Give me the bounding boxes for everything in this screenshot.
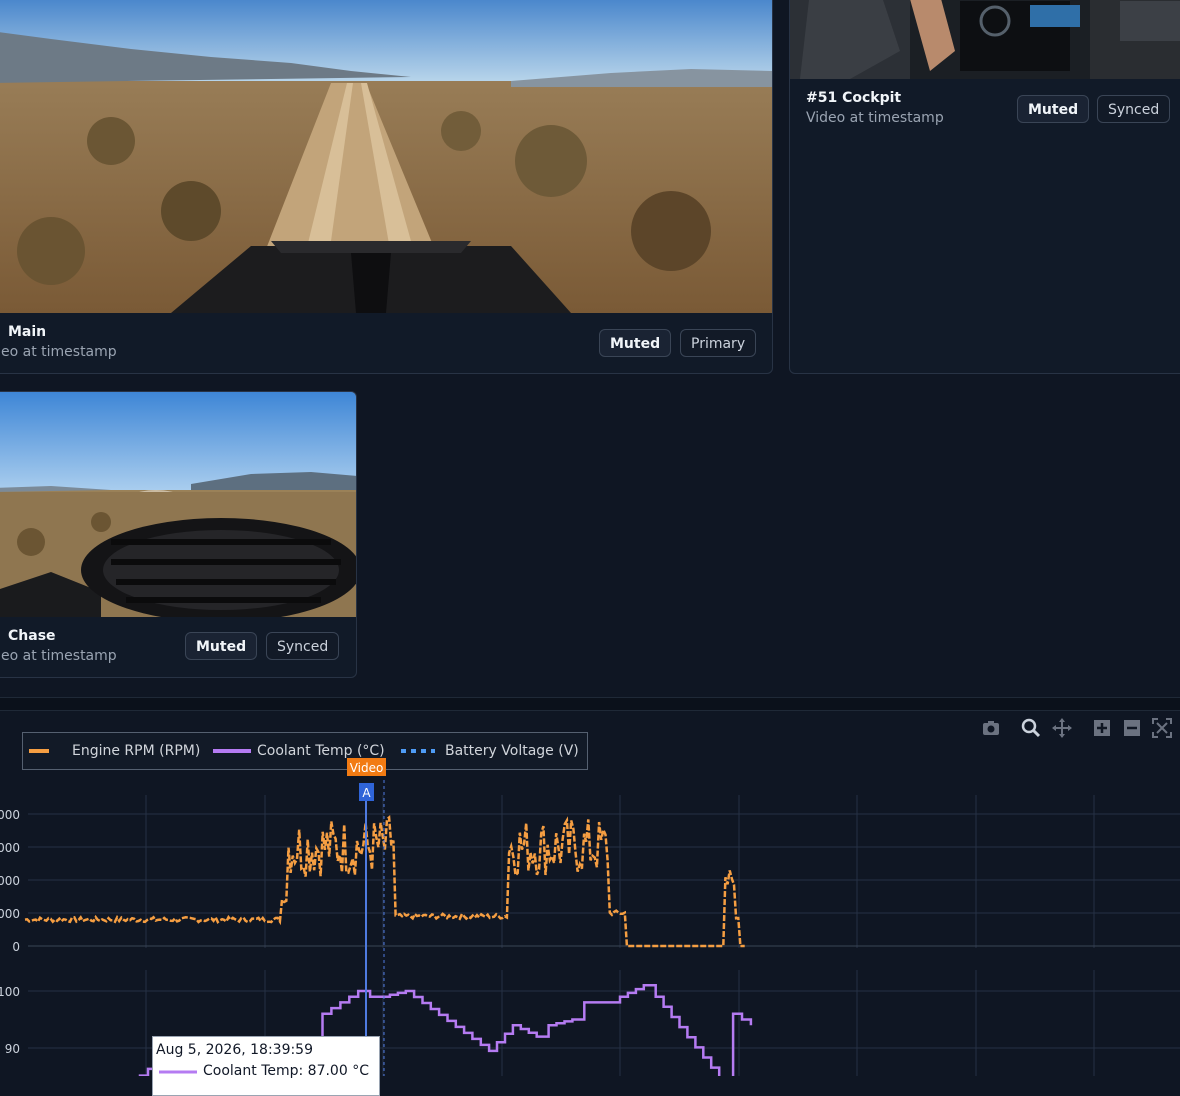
camera-title: #51 Cockpit [806, 90, 902, 106]
resize-divider[interactable] [0, 697, 1180, 711]
y-tick-label: 000 [0, 841, 20, 855]
y-tick-label: 000 [0, 874, 20, 888]
muted-badge[interactable]: Muted [185, 632, 258, 660]
muted-badge[interactable]: Muted [599, 329, 672, 357]
y-tick-label: 0 [12, 940, 20, 954]
camera-title: Chase [8, 628, 56, 644]
chase-video-frame[interactable] [0, 392, 357, 617]
cockpit-video-frame[interactable] [790, 0, 1180, 79]
main-video-frame[interactable] [0, 0, 773, 313]
camera-title: Main [8, 324, 47, 340]
video-marker-label: Video [350, 761, 384, 775]
camera-subtitle: eo at timestamp [1, 344, 117, 360]
tooltip-time: Aug 5, 2026, 18:39:59 [156, 1042, 314, 1058]
muted-badge[interactable]: Muted [1017, 95, 1090, 123]
primary-badge[interactable]: Primary [680, 329, 757, 357]
y-tick-label: 000 [0, 907, 20, 921]
hover-tooltip: Aug 5, 2026, 18:39:59 Coolant Temp: 87.0… [152, 1036, 380, 1096]
camera-tile-chase[interactable]: Chase eo at timestamp Muted Synced [0, 391, 357, 678]
synced-badge[interactable]: Synced [266, 632, 340, 660]
camera-tile-main[interactable]: Main eo at timestamp Muted Primary [0, 0, 773, 374]
camera-subtitle: Video at timestamp [806, 110, 944, 126]
telemetry-chart[interactable]: 000000000000010090VideoA [0, 712, 1180, 1076]
tooltip-value: Coolant Temp: 87.00 °C [203, 1063, 369, 1079]
y-tick-label: 000 [0, 808, 20, 822]
rpm-series-line [24, 814, 745, 948]
camera-subtitle: eo at timestamp [1, 648, 117, 664]
tooltip-swatch [159, 1070, 197, 1074]
y-tick-label: 100 [0, 985, 20, 999]
cursor-marker-label: A [362, 786, 371, 800]
camera-tile-cockpit[interactable]: #51 Cockpit Video at timestamp Muted Syn… [789, 0, 1180, 374]
coolant-series-line [138, 984, 753, 1076]
synced-badge[interactable]: Synced [1097, 95, 1171, 123]
y-tick-label: 90 [5, 1042, 20, 1056]
